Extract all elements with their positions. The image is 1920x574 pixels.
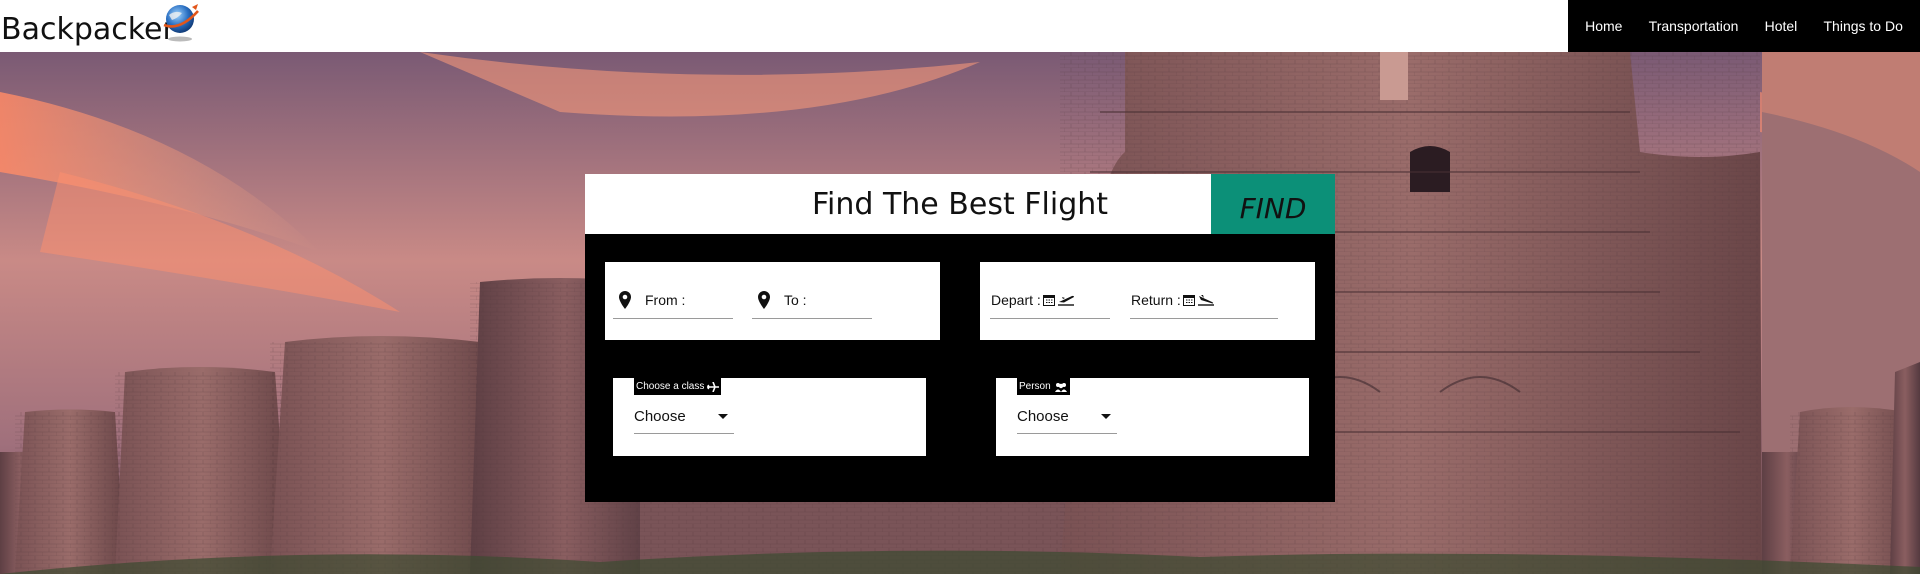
class-label-text: Choose a class: [636, 381, 705, 392]
nav-things-to-do[interactable]: Things to Do: [1824, 18, 1903, 34]
map-pin-icon: [758, 291, 770, 309]
plane-icon: [707, 381, 720, 392]
site-header: Backpacker Home Transportation Hotel Thi…: [0, 0, 1920, 52]
main-nav: Home Transportation Hotel Things to Do: [1568, 0, 1920, 52]
to-label: To :: [784, 292, 807, 308]
chevron-down-icon: [1101, 414, 1111, 419]
find-button[interactable]: FIND: [1211, 174, 1335, 234]
class-select[interactable]: Choose: [634, 400, 734, 434]
card-header: Find The Best Flight FIND: [585, 174, 1335, 234]
calendar-icon: [1042, 295, 1055, 306]
class-box: Choose a class Choose: [613, 378, 926, 456]
flight-search-card: Find The Best Flight FIND From : To : De…: [585, 174, 1335, 502]
person-label-text: Person: [1019, 381, 1051, 392]
date-box: Depart : Return :: [980, 262, 1315, 340]
person-select-value: Choose: [1017, 408, 1069, 425]
return-field[interactable]: Return :: [1130, 282, 1278, 319]
person-label: Person: [1017, 378, 1070, 395]
nav-transportation[interactable]: Transportation: [1649, 18, 1739, 34]
from-label: From :: [645, 292, 686, 308]
person-box: Person Choose: [996, 378, 1309, 456]
users-icon: [1054, 382, 1067, 392]
brand-name[interactable]: Backpacker: [1, 12, 175, 47]
person-select[interactable]: Choose: [1017, 400, 1117, 434]
class-select-value: Choose: [634, 408, 686, 425]
return-label: Return :: [1131, 292, 1181, 308]
to-field[interactable]: To :: [752, 282, 872, 319]
nav-home[interactable]: Home: [1585, 18, 1622, 34]
location-box: From : To :: [605, 262, 940, 340]
calendar-icon: [1182, 295, 1195, 306]
from-field[interactable]: From :: [613, 282, 733, 319]
chevron-down-icon: [718, 414, 728, 419]
plane-departure-icon: [1057, 295, 1074, 306]
depart-field[interactable]: Depart :: [990, 282, 1110, 319]
class-label: Choose a class: [634, 378, 722, 395]
globe-logo-icon[interactable]: [160, 1, 202, 43]
map-pin-icon: [619, 291, 631, 309]
plane-arrival-icon: [1197, 295, 1214, 306]
depart-label: Depart :: [991, 292, 1041, 308]
nav-hotel[interactable]: Hotel: [1765, 18, 1798, 34]
